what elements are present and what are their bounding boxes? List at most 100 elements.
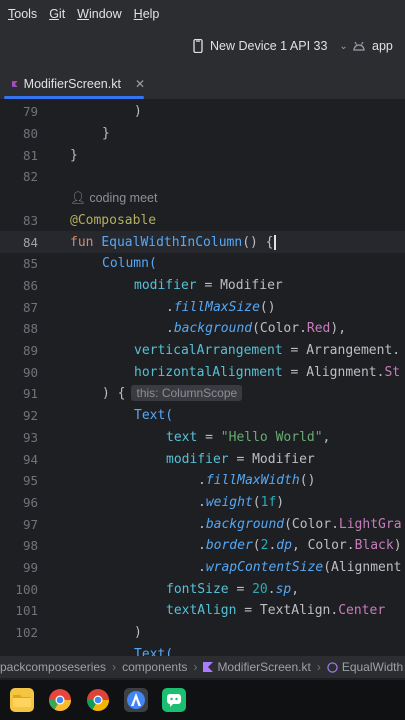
code-token: ,: [322, 429, 331, 445]
code-text: ): [134, 104, 142, 120]
code-line: 98 .border(2.dp, Color.Black): [0, 535, 405, 557]
line-number: 80: [22, 126, 38, 142]
chrome-icon[interactable]: [86, 688, 110, 712]
tab-label: ModifierScreen.kt: [23, 77, 121, 91]
file-explorer-icon[interactable]: [10, 688, 34, 712]
code-text: .fillMaxWidth(): [198, 473, 315, 488]
code-token: 1f: [260, 494, 277, 510]
android-icon: [353, 41, 365, 51]
code-text: verticalArrangement = Arrangement.: [134, 343, 400, 358]
code-token: =: [197, 429, 221, 445]
code-token: background: [173, 321, 253, 337]
author-hint[interactable]: 👤︎ coding meet: [70, 191, 157, 206]
text-caret: [273, 234, 276, 250]
code-token: dp: [276, 538, 292, 554]
line-number: 82: [22, 169, 38, 185]
code-line: 93 text = "Hello World",: [0, 427, 405, 449]
kotlin-file-icon: [203, 662, 214, 672]
code-token: Column(: [102, 256, 157, 272]
code-token: (): [259, 299, 276, 315]
code-token: (: [252, 494, 261, 510]
chevron-right-icon: ›: [316, 660, 321, 674]
menu-git[interactable]: Git: [49, 7, 65, 21]
code-token: sp: [275, 581, 292, 597]
chevron-right-icon: ›: [112, 660, 117, 674]
code-line: 85 Column(: [0, 253, 405, 275]
code-token: St: [384, 364, 401, 380]
line-number: 87: [22, 299, 38, 315]
code-text: ) {this: ColumnScope: [102, 385, 243, 402]
breadcrumb-function[interactable]: EqualWidth: [342, 660, 403, 674]
code-text: }: [70, 147, 78, 163]
breadcrumb-package[interactable]: packcomposeseries: [0, 660, 106, 674]
code-text: horizontalAlignment = Alignment.St: [134, 365, 400, 380]
phone-icon: [193, 39, 203, 53]
code-token: = Modifier: [196, 277, 283, 293]
code-line: 83 @Composable: [0, 210, 405, 232]
code-token: "Hello World": [220, 429, 323, 445]
code-line: 96 .weight(1f): [0, 492, 405, 514]
breadcrumb-file[interactable]: ModifierScreen.kt: [217, 660, 310, 674]
code-text: .fillMaxSize(): [166, 300, 276, 315]
kotlin-file-icon: [12, 81, 18, 87]
code-token: = Arrangement.: [282, 343, 401, 359]
code-text: .border(2.dp, Color.Black): [198, 538, 402, 553]
code-line: 102): [0, 622, 405, 644]
breadcrumb-folder[interactable]: components: [122, 660, 187, 674]
line-number: 79: [22, 104, 38, 120]
line-number: 81: [22, 147, 38, 163]
code-token: =: [228, 581, 253, 597]
os-taskbar: [0, 680, 405, 720]
code-line: 81}: [0, 144, 405, 166]
run-config-selector[interactable]: app ⌄: [352, 39, 405, 53]
code-token: () {: [242, 234, 274, 250]
line-number: 99: [22, 560, 38, 576]
code-token: fontSize: [166, 581, 229, 597]
device-selector[interactable]: New Device 1 API 33 ⌄: [192, 39, 348, 53]
menu-window[interactable]: Window: [77, 7, 121, 21]
code-token: .: [198, 473, 206, 489]
line-number: 86: [22, 277, 38, 293]
code-token: .: [198, 538, 206, 554]
active-tab-indicator: [4, 96, 144, 99]
menu-bar: Tools Git Window Help: [0, 0, 405, 28]
main-toolbar: New Device 1 API 33 ⌄ app ⌄: [0, 28, 405, 68]
line-number: 96: [22, 494, 38, 510]
code-text: modifier = Modifier: [166, 452, 315, 467]
code-token: ): [276, 494, 285, 510]
android-studio-icon[interactable]: [124, 688, 148, 712]
menu-help[interactable]: Help: [134, 7, 160, 21]
code-line: 88 .background(Color.Red),: [0, 318, 405, 340]
author-hint-line: 👤︎ coding meet: [0, 188, 405, 210]
code-token: (: [252, 538, 261, 554]
menu-tools[interactable]: Tools: [8, 7, 37, 21]
code-token: fillMaxWidth: [205, 473, 300, 489]
author-name: coding meet: [89, 191, 158, 206]
code-token: (Color.: [252, 321, 307, 337]
chrome-dev-icon[interactable]: [48, 688, 72, 712]
line-number: 83: [22, 212, 38, 228]
code-token: verticalArrangement: [134, 343, 283, 359]
line-number: 90: [22, 364, 38, 380]
function-name: EqualWidthInColumn: [101, 234, 243, 250]
code-text: }: [102, 126, 110, 142]
chevron-right-icon: ›: [193, 660, 198, 674]
close-icon[interactable]: ✕: [135, 77, 145, 91]
code-token: weight: [205, 494, 253, 510]
code-line: 86 modifier = Modifier: [0, 275, 405, 297]
chevron-down-icon: ⌄: [339, 40, 348, 52]
code-token: (): [299, 473, 316, 489]
code-editor[interactable]: 79) 80} 81} 82 👤︎ coding meet 83 @Composa…: [0, 101, 405, 656]
editor-tabs: ModifierScreen.kt ✕: [0, 68, 405, 100]
code-text: .weight(1f): [198, 495, 284, 510]
code-token: .: [198, 516, 206, 532]
code-token: .: [198, 494, 206, 510]
code-line: 87 .fillMaxSize(): [0, 296, 405, 318]
code-token: ),: [330, 321, 347, 337]
code-line-current: 84 fun EqualWidthInColumn() {: [0, 231, 405, 253]
user-icon: 👤︎: [70, 191, 86, 206]
messenger-icon[interactable]: [162, 688, 186, 712]
code-text: Text(: [134, 646, 174, 656]
function-icon: [327, 661, 338, 673]
code-token: LightGra: [338, 516, 402, 532]
